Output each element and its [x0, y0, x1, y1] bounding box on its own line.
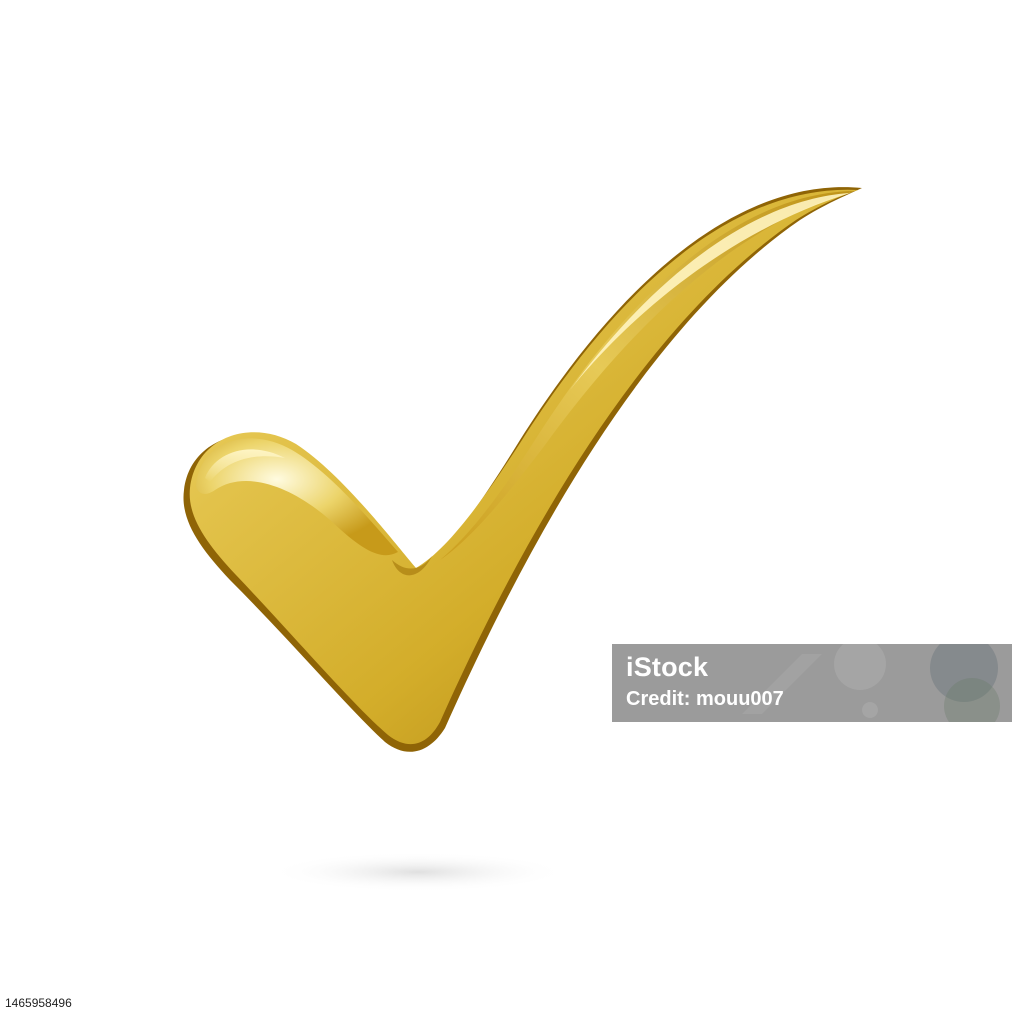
- checkmark-illustration: [183, 187, 863, 892]
- watermark-banner: iStock Credit: mouu007: [612, 644, 1012, 722]
- watermark-brand: iStock: [626, 652, 709, 682]
- floor-shadow: [268, 852, 568, 892]
- image-canvas: iStock Credit: mouu007 1465958496: [0, 0, 1024, 1024]
- watermark-credit: Credit: mouu007: [626, 688, 784, 710]
- stock-id-label: 1465958496: [0, 994, 77, 1012]
